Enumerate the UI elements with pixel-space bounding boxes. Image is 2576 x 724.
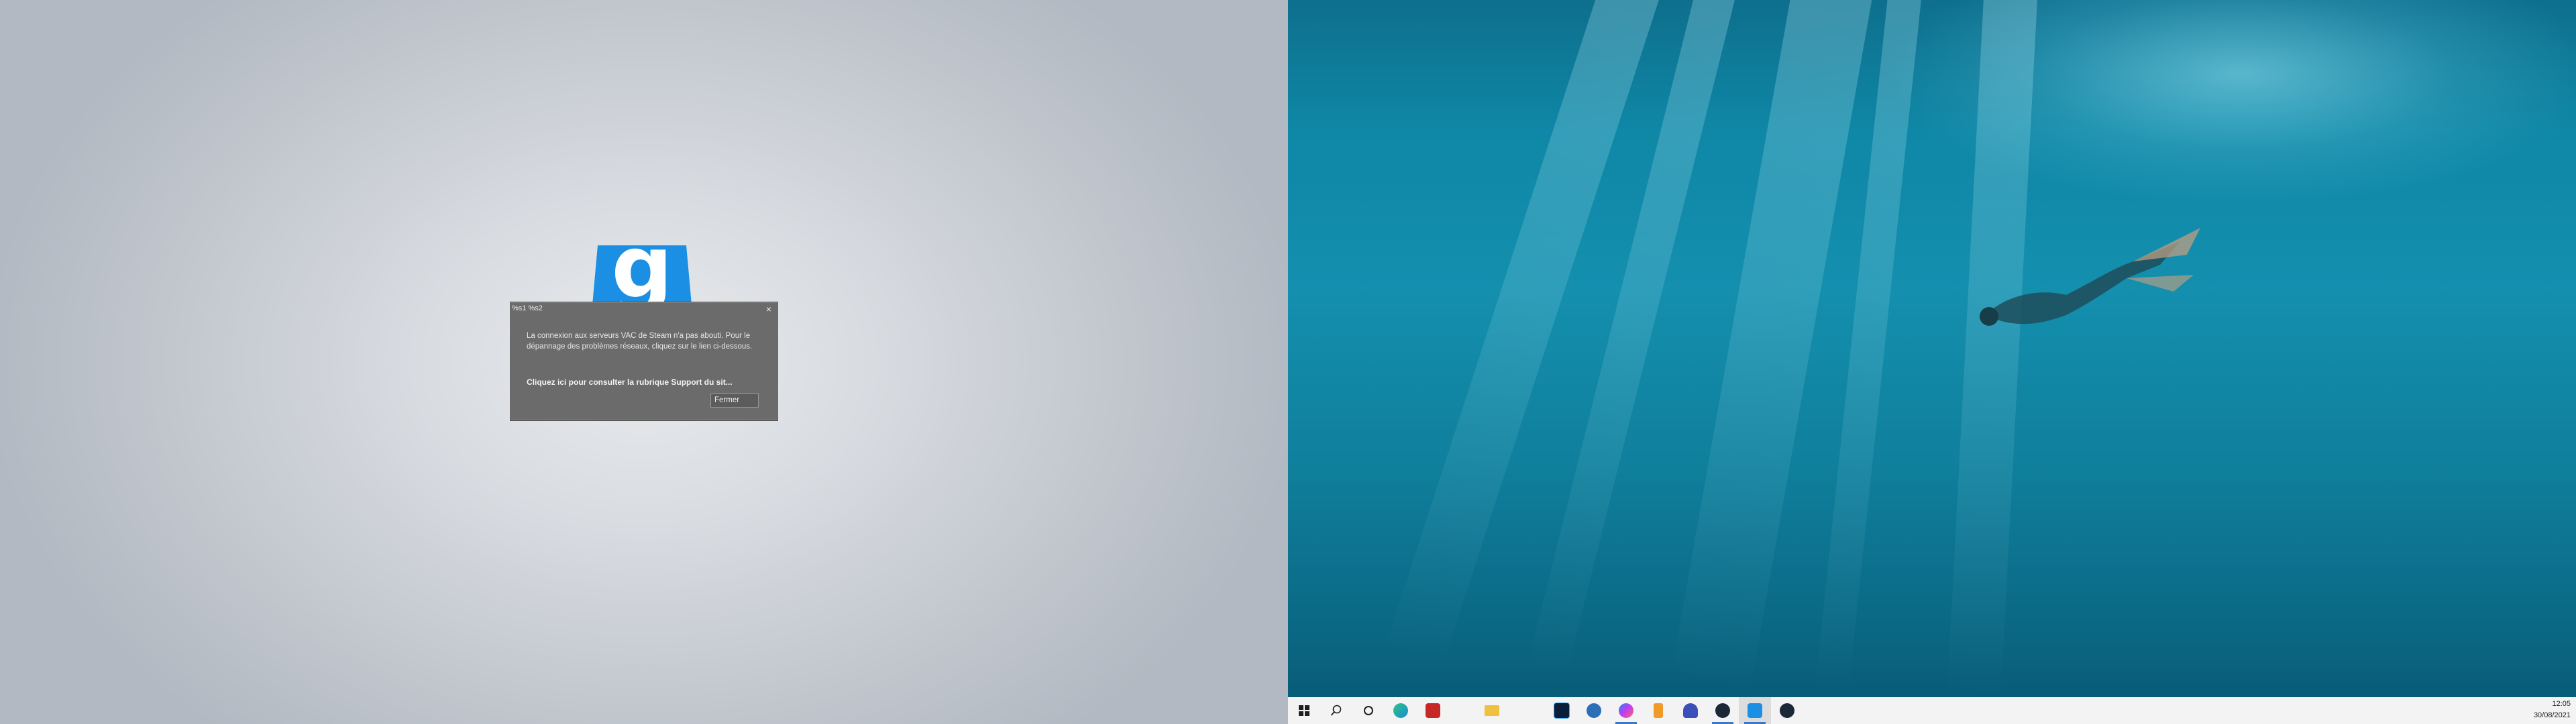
file-explorer-button[interactable]: [1476, 697, 1508, 724]
gmod-button[interactable]: [1739, 697, 1771, 724]
taskbar-gap: [1449, 697, 1476, 724]
cortana-icon: [1364, 706, 1373, 715]
red-app-icon: [1426, 703, 1440, 718]
windows-icon: [1299, 705, 1309, 716]
taskbar-gap: [1508, 697, 1546, 724]
clock-time: 12:05: [2552, 700, 2571, 708]
gmod-icon: [1748, 703, 1762, 718]
edge-button[interactable]: [1385, 697, 1417, 724]
messenger-button[interactable]: [1610, 697, 1642, 724]
edge-icon: [1393, 703, 1408, 718]
steam-button[interactable]: [1707, 697, 1739, 724]
blue-app-icon: [1587, 703, 1601, 718]
steam2-button[interactable]: [1771, 697, 1803, 724]
orange-app-icon: [1654, 703, 1663, 718]
messenger-icon: [1619, 703, 1633, 718]
steam-icon: [1715, 703, 1730, 718]
app-blue-button[interactable]: [1578, 697, 1610, 724]
diver-silhouette: [1980, 228, 2200, 326]
folder-icon: [1485, 705, 1499, 716]
search-button[interactable]: [1320, 697, 1352, 724]
headset-icon: [1683, 703, 1698, 718]
headset-button[interactable]: [1674, 697, 1707, 724]
close-button[interactable]: Fermer: [710, 394, 759, 408]
dialog-title: %s1 %s2: [512, 304, 543, 312]
support-link[interactable]: Cliquez ici pour consulter la rubrique S…: [527, 377, 733, 387]
task-view-button[interactable]: [1352, 697, 1385, 724]
error-dialog: %s1 %s2 × La connexion aux serveurs VAC …: [510, 302, 778, 421]
desktop-screen: 12:05 30/08/2021: [1288, 0, 2576, 724]
system-clock[interactable]: 12:05 30/08/2021: [2534, 699, 2571, 721]
app-orange-button[interactable]: [1642, 697, 1674, 724]
dialog-message: La connexion aux serveurs VAC de Steam n…: [527, 332, 753, 351]
photoshop-button[interactable]: [1546, 697, 1578, 724]
taskbar: 12:05 30/08/2021: [1288, 697, 2576, 724]
clock-date: 30/08/2021: [2533, 711, 2571, 719]
photoshop-icon: [1554, 703, 1570, 719]
start-button[interactable]: [1288, 697, 1320, 724]
app-red-button[interactable]: [1417, 697, 1449, 724]
game-screen: g %s1 %s2 × La connexion aux serveurs VA…: [0, 0, 1288, 724]
steam-icon: [1780, 703, 1794, 718]
search-icon: [1330, 705, 1342, 716]
close-icon[interactable]: ×: [766, 304, 771, 314]
